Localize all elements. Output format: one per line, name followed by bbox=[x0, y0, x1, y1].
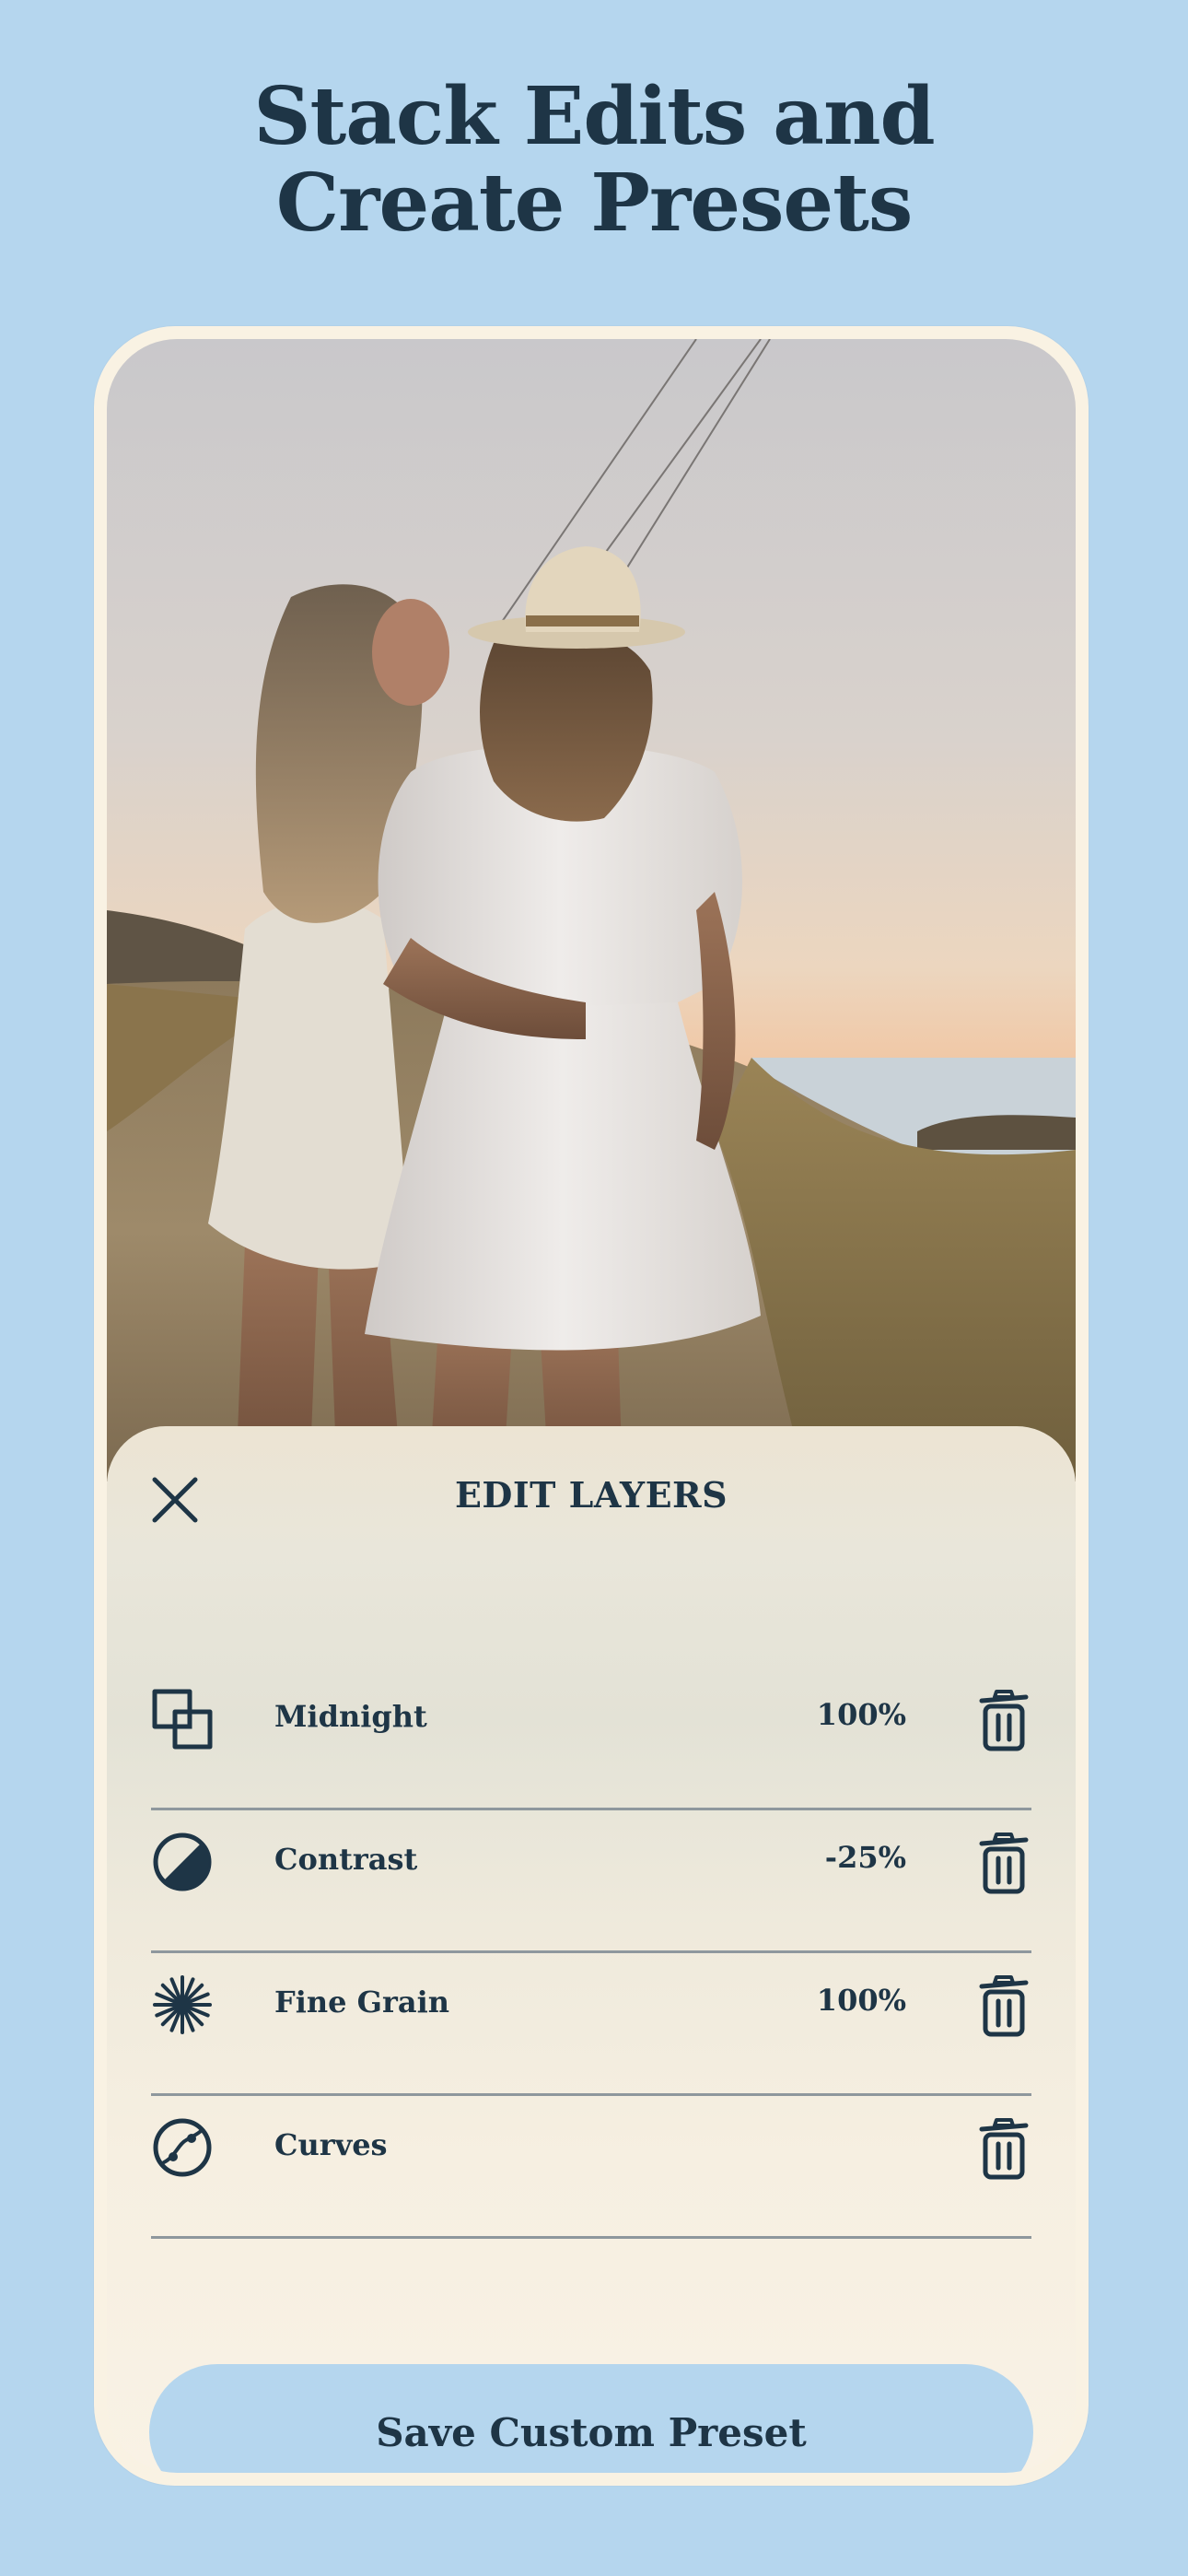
curves-icon bbox=[153, 2118, 212, 2177]
photo-preview bbox=[107, 339, 1076, 1481]
edit-layers-sheet: EDIT LAYERS Midnight 100% Contrast -25% … bbox=[107, 1426, 1076, 2473]
headline-line-2: Create Presets bbox=[275, 157, 914, 250]
trash-icon[interactable] bbox=[976, 1684, 1031, 1754]
layer-value: 100% bbox=[816, 1983, 906, 2018]
trash-icon[interactable] bbox=[976, 1970, 1031, 2040]
layer-name: Contrast bbox=[274, 1842, 418, 1877]
sheet-header: EDIT LAYERS bbox=[107, 1426, 1076, 1574]
save-custom-preset-button[interactable]: Save Custom Preset bbox=[149, 2364, 1033, 2473]
trash-icon[interactable] bbox=[976, 1827, 1031, 1897]
layer-row-fine-grain[interactable]: Fine Grain 100% bbox=[151, 1953, 1031, 2096]
layer-name: Curves bbox=[274, 2127, 388, 2162]
phone-frame: EDIT LAYERS Midnight 100% Contrast -25% … bbox=[94, 326, 1089, 2486]
layers-list: Midnight 100% Contrast -25% Fine Grain 1… bbox=[107, 1668, 1076, 2239]
layer-row-midnight[interactable]: Midnight 100% bbox=[151, 1668, 1031, 1810]
layer-row-curves[interactable]: Curves bbox=[151, 2096, 1031, 2239]
overlap-squares-icon bbox=[152, 1689, 213, 1750]
half-circle-contrast-icon bbox=[153, 1832, 212, 1891]
layer-row-contrast[interactable]: Contrast -25% bbox=[151, 1810, 1031, 1953]
trash-icon[interactable] bbox=[976, 2113, 1031, 2183]
layer-name: Midnight bbox=[274, 1699, 427, 1734]
layer-value: 100% bbox=[816, 1697, 906, 1732]
grain-burst-icon bbox=[153, 1975, 212, 2034]
sheet-title: EDIT LAYERS bbox=[454, 1474, 728, 1516]
phone-screen: EDIT LAYERS Midnight 100% Contrast -25% … bbox=[107, 339, 1076, 2473]
page-headline: Stack Edits and Create Presets bbox=[0, 74, 1188, 247]
layer-name: Fine Grain bbox=[274, 1985, 449, 2020]
layer-value: -25% bbox=[824, 1840, 906, 1875]
headline-line-1: Stack Edits and bbox=[253, 70, 935, 163]
